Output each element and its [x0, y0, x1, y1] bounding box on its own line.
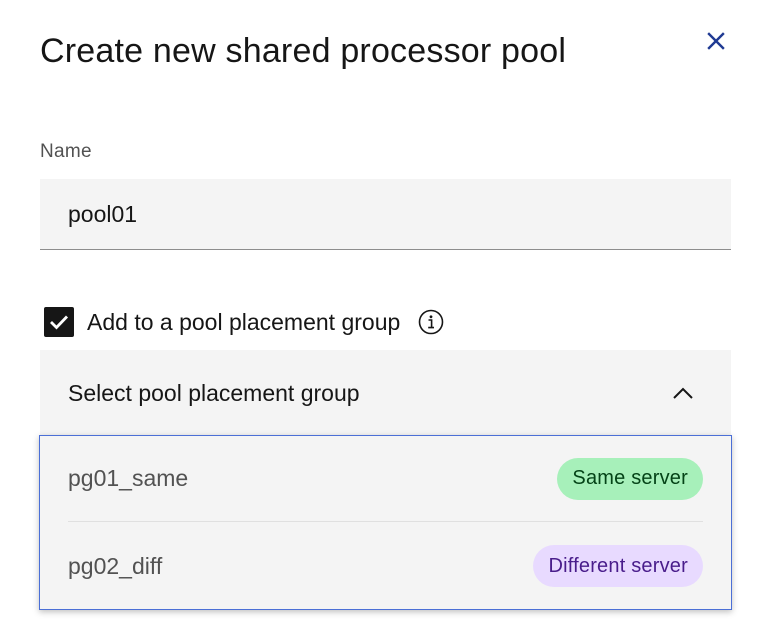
- close-icon: [706, 31, 726, 54]
- placement-group-checkbox[interactable]: [44, 307, 74, 337]
- dropdown-option-label: pg01_same: [68, 465, 189, 491]
- placement-group-select-placeholder: Select pool placement group: [68, 379, 360, 406]
- same-server-tag: Same server: [557, 457, 703, 500]
- name-field-label: Name: [40, 141, 92, 162]
- placement-group-select[interactable]: Select pool placement group: [40, 350, 731, 436]
- info-icon[interactable]: [418, 309, 444, 335]
- chevron-up-icon: [671, 381, 695, 405]
- checkmark-icon: [50, 315, 69, 330]
- placement-group-checkbox-label: Add to a pool placement group: [87, 308, 401, 335]
- modal-title: Create new shared processor pool: [40, 32, 567, 70]
- different-server-tag: Different server: [533, 545, 703, 587]
- placement-group-dropdown-menu: pg01_same Same server pg02_diff Differen…: [39, 435, 732, 610]
- name-input[interactable]: [40, 179, 731, 250]
- dropdown-option-pg01-same[interactable]: pg01_same Same server: [68, 436, 703, 522]
- placement-group-checkbox-row: Add to a pool placement group: [44, 306, 444, 338]
- close-button[interactable]: [700, 26, 732, 58]
- dropdown-option-pg02-diff[interactable]: pg02_diff Different server: [68, 523, 703, 609]
- dropdown-option-label: pg02_diff: [68, 552, 163, 579]
